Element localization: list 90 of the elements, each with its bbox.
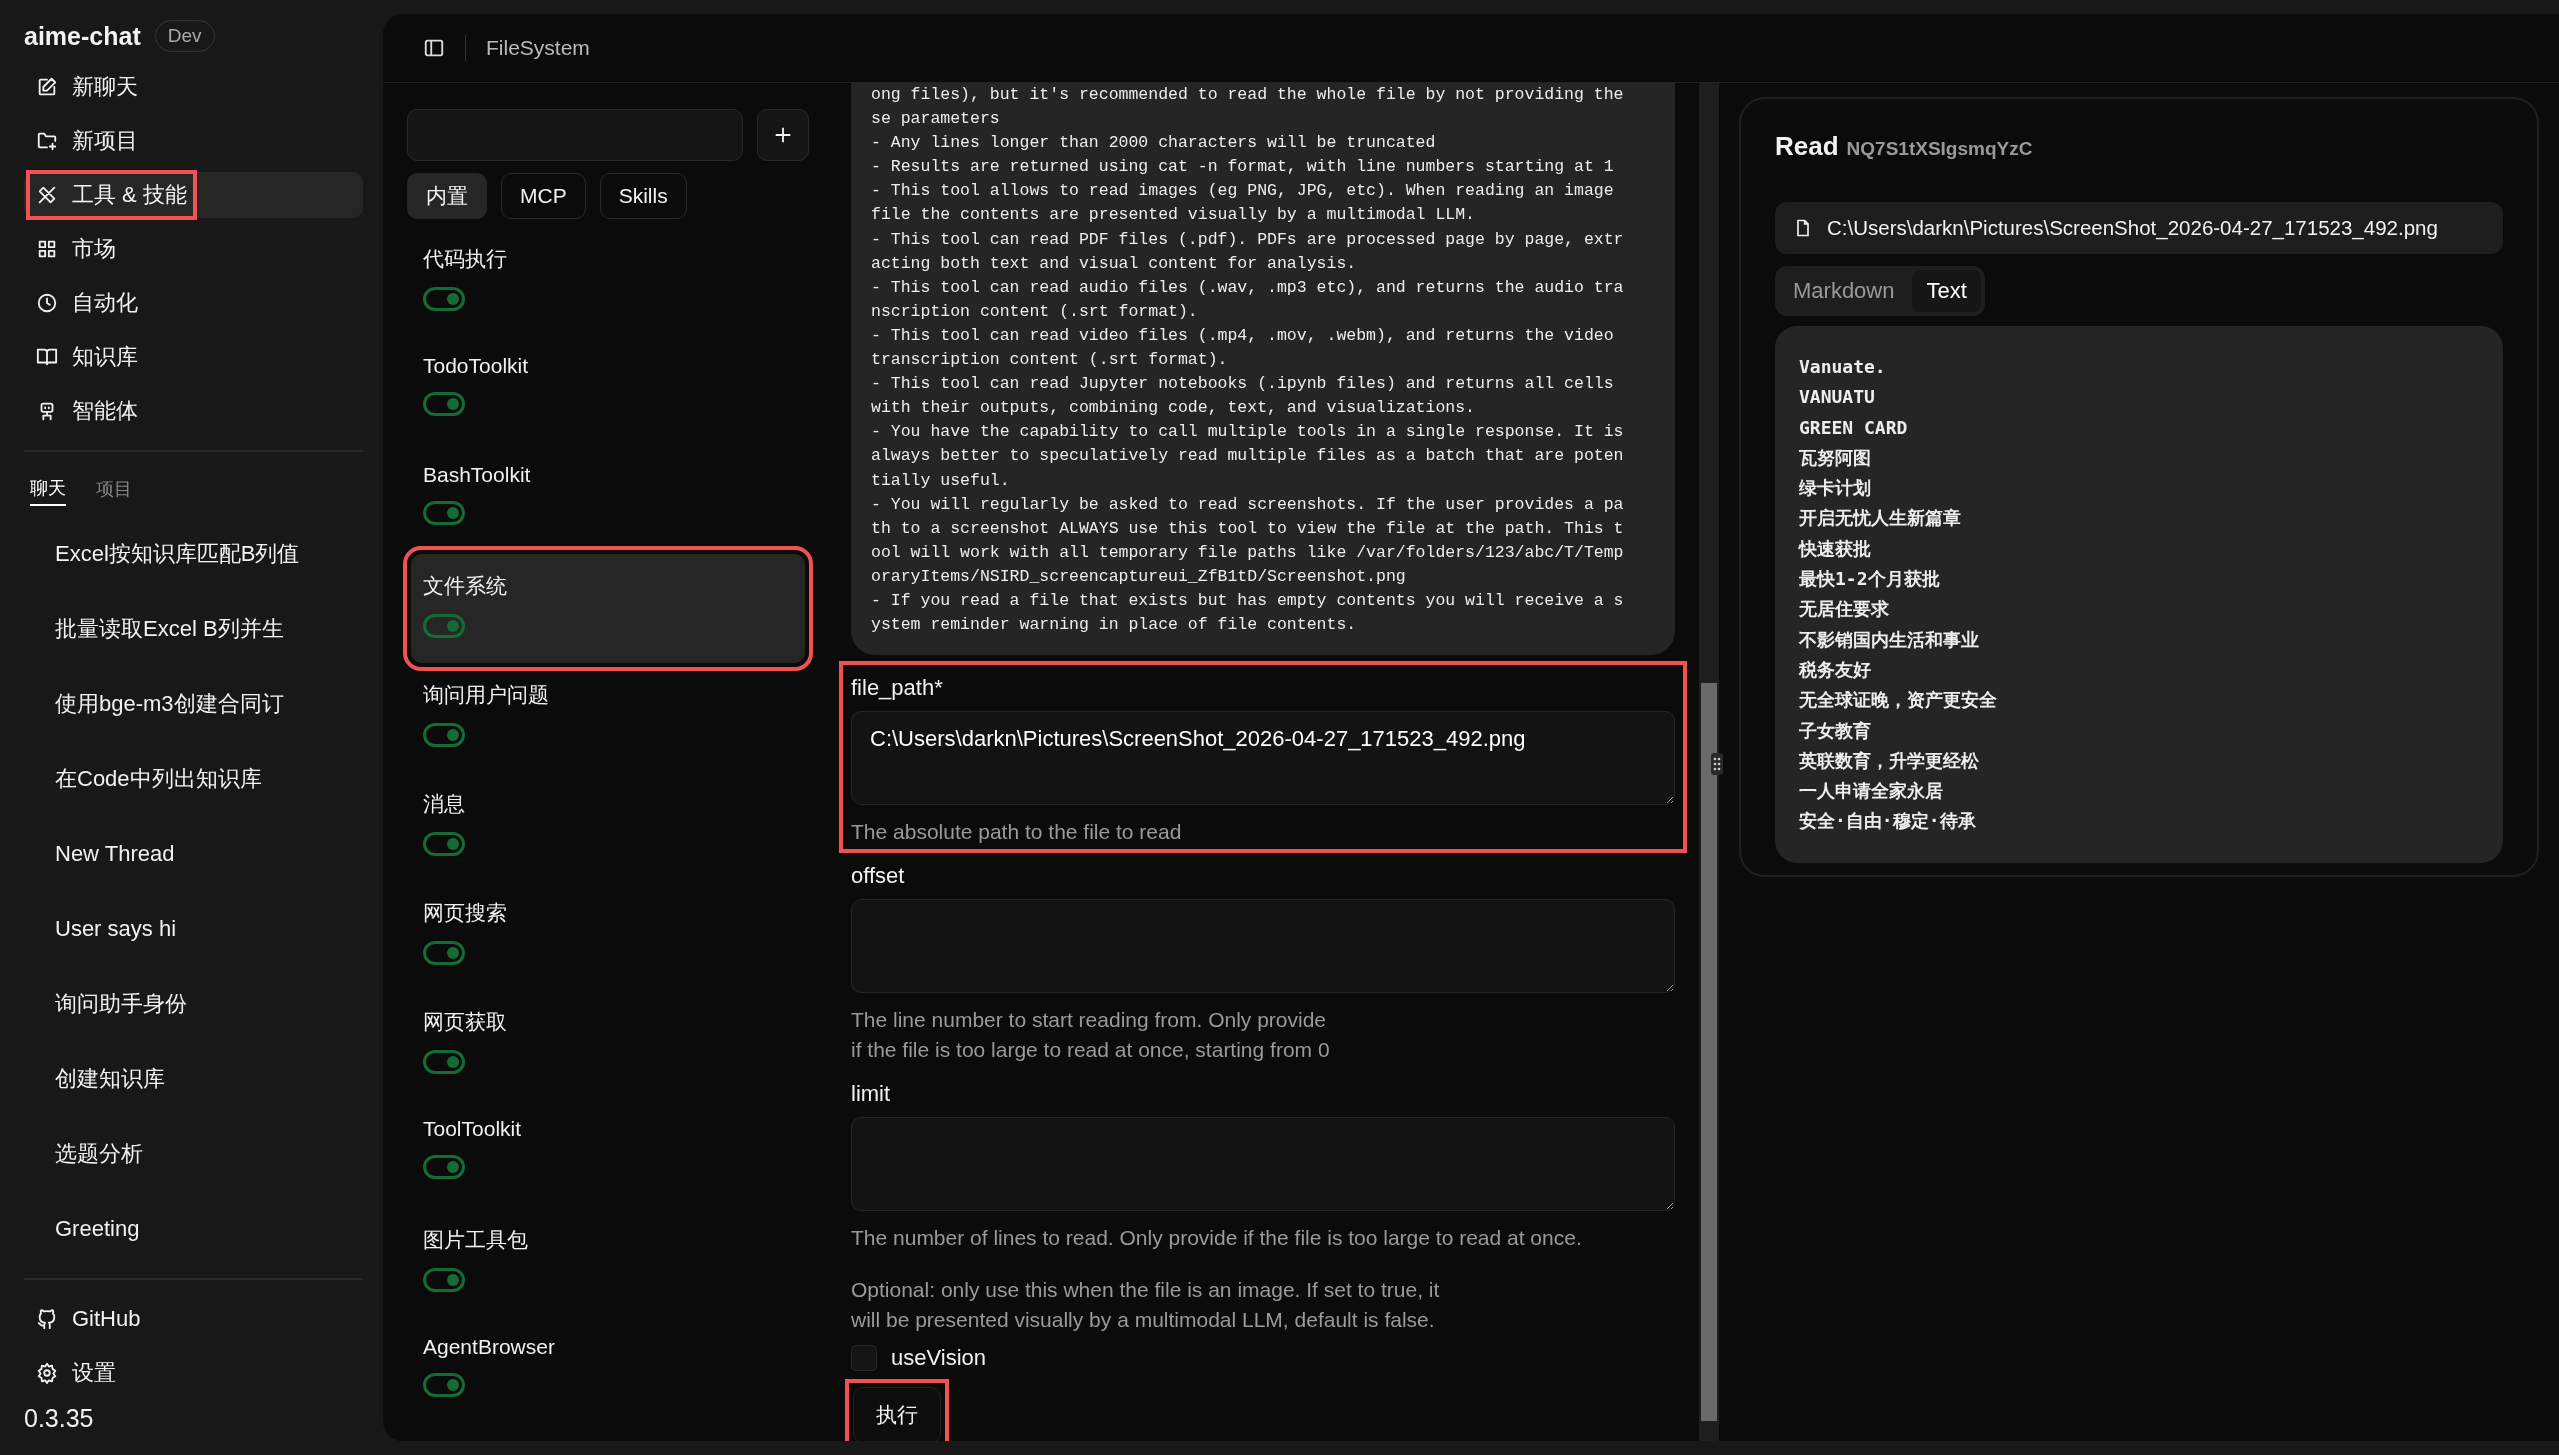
search-field[interactable] <box>407 109 743 161</box>
tool-item[interactable]: 代码执行 <box>411 227 805 336</box>
nav-item[interactable]: 智能体 <box>24 388 363 434</box>
tool-name: 消息 <box>423 791 466 817</box>
toggle-switch[interactable] <box>423 1050 465 1074</box>
view-tab[interactable]: Markdown <box>1779 270 1909 312</box>
tool-name: 图片工具包 <box>423 1227 529 1253</box>
resize-handle[interactable] <box>1711 753 1723 775</box>
run-button[interactable]: 执行 <box>853 1387 941 1441</box>
chat-item[interactable]: 在Code中列出知识库 <box>24 741 363 816</box>
nav-item[interactable]: 新聊天 <box>24 64 363 110</box>
toggle-switch[interactable] <box>423 941 465 965</box>
folder-plus-icon <box>36 130 58 152</box>
field-label: limit <box>851 1081 892 1108</box>
chat-item[interactable]: Excel按知识库匹配B列值 <box>24 516 363 591</box>
nav-item[interactable]: 知识库 <box>24 334 363 380</box>
tool-name: 网页获取 <box>423 1009 508 1035</box>
tool-item[interactable]: 消息 <box>411 772 805 881</box>
tool-item[interactable]: TodoToolkit <box>411 336 805 445</box>
chat-item[interactable]: 批量读取Excel B列并生 <box>24 591 363 666</box>
version-label: 0.3.35 <box>24 1404 95 1433</box>
toggle-switch[interactable] <box>423 287 465 311</box>
text-area[interactable]: C:\Users\darkn\Pictures\ScreenShot_2026-04-27_171523_492.png <box>851 711 1675 806</box>
history-tab[interactable]: 聊天 <box>30 476 66 506</box>
checkbox[interactable] <box>851 1345 877 1372</box>
tool-tab[interactable]: MCP <box>501 173 586 219</box>
tool-name: TodoToolkit <box>423 354 530 378</box>
history-tab[interactable]: 项目 <box>96 476 132 506</box>
github-icon <box>36 1308 58 1330</box>
tool-name: 询问用户问题 <box>423 682 550 708</box>
tool-description: ong files), but it's recommended to read the whole file by not providing the se parameters - Any lines longer than 2000 characters will be truncated - Results are returned using cat -n format, with line numbers starting at 1 - This tool allows to read images (eg PNG, JPG, etc). When reading an image file the contents are presented visually by a multimodal LLM. - This tool can read PDF files (.pdf). PDFs are processed page by page, extr acting both text and visual content for analysis. - This tool can read audio files (.wav, .mp3 etc), and returns the audio tra nscription content (.srt format). - This tool can read video files (.mp4, .mov, .webm), and returns the video transcription content (.srt format). - This tool can read Jupyter notebooks (.ipynb files) and returns all cells with their outputs, combining code, text, and visualizations. - You have the capability to call multiple tools in a single response. It is always better to speculatively read multiple files as a batch that are poten tially useful. - You will regularly be asked to read screenshots. If the user provides a pa th to a screenshot ALWAYS use this tool to view the file at the path. This t ool will work with all temporary file paths like /var/folders/123/abc/T/Temp oraryItems/NSIRD_screencaptureui_ZfB1tD/Screenshot.png - If you read a file that exists but has empty contents you will receive a s ystem reminder warning in place of file contents. <box>851 83 1675 656</box>
tool-item[interactable]: 网页搜索 <box>411 881 805 990</box>
app-name: aime-chat <box>24 21 141 51</box>
toggle-switch[interactable] <box>423 392 465 416</box>
tool-item[interactable]: ToolToolkit <box>411 1099 805 1208</box>
tool-tab[interactable]: 内置 <box>407 173 487 219</box>
tool-tab[interactable]: Skills <box>599 173 687 219</box>
edit-icon <box>36 76 58 98</box>
chat-item[interactable]: New Thread <box>24 816 363 891</box>
result-text: Vanuate. VANUATU GREEN CARD 瓦努阿图 绿卡计划 开启无忧人生新篇章 快速获批 最快1-2个月获批 无居住要求 不影销国内生活和事业 税务友好 无全球证晚，资产更安全 子女教育 英联数育，升学更经松 一人申请全家永居 安全·自由·穆定·待承 <box>1775 326 2503 863</box>
toggle-switch[interactable] <box>423 1268 465 1292</box>
book-icon <box>36 346 58 368</box>
tool-name: 代码执行 <box>423 246 508 272</box>
tools-icon <box>36 184 58 206</box>
chat-item[interactable]: 创建知识库 <box>24 1041 363 1116</box>
chat-item[interactable]: User says hi <box>24 891 363 966</box>
toggle-switch[interactable] <box>423 614 465 638</box>
sidebar-link[interactable]: 设置 <box>24 1350 363 1396</box>
tool-name: 文件系统 <box>423 573 508 599</box>
result-id: NQ7S1tXSIgsmqYzC <box>1846 138 2033 160</box>
file-path: C:\Users\darkn\Pictures\ScreenShot_2026-04-27_171523_492.png <box>1827 216 2438 240</box>
chat-item[interactable]: 询问助手身份 <box>24 966 363 1041</box>
add-button[interactable] <box>757 109 809 161</box>
checkbox-label: useVision <box>891 1345 986 1372</box>
settings-icon <box>36 1362 58 1384</box>
nav-item[interactable]: 市场 <box>24 226 363 272</box>
field-hint: The number of lines to read. Only provide if the file is too large to read at once. <box>851 1225 1583 1252</box>
tool-name: ToolToolkit <box>423 1117 523 1141</box>
chat-item[interactable]: 使用bge-m3创建合同订 <box>24 666 363 741</box>
tool-item[interactable]: 网页获取 <box>411 990 805 1099</box>
sidebar-link[interactable]: GitHub <box>24 1296 363 1342</box>
tool-name: 网页搜索 <box>423 900 508 926</box>
field-hint: Optional: only use this when the file is an image. If set to true, it will be presented visually by a multimodal LLM, default is false. <box>851 1277 1441 1334</box>
tool-name: BashToolkit <box>423 463 532 487</box>
field-label: offset <box>851 863 906 890</box>
tool-item[interactable]: 图片工具包 <box>411 1208 805 1317</box>
nav-item[interactable]: 新项目 <box>24 118 363 164</box>
nav-item[interactable]: 自动化 <box>24 280 363 326</box>
toggle-switch[interactable] <box>423 723 465 747</box>
result-title: Read <box>1775 131 1839 162</box>
tool-name: AgentBrowser <box>423 1335 556 1359</box>
toggle-switch[interactable] <box>423 832 465 856</box>
nav-item[interactable]: 工具 & 技能 <box>24 172 363 218</box>
field-label: file_path* <box>851 675 944 702</box>
sidebar-toggle-icon[interactable] <box>423 37 445 59</box>
toggle-switch[interactable] <box>423 501 465 525</box>
page-title: FileSystem <box>486 36 590 60</box>
scrollbar[interactable] <box>1699 83 1719 1441</box>
view-tab[interactable]: Text <box>1912 270 1981 312</box>
toggle-switch[interactable] <box>423 1373 465 1397</box>
chat-item[interactable]: Greeting <box>24 1191 363 1266</box>
clock-icon <box>36 292 58 314</box>
tool-item[interactable]: AgentBrowser <box>411 1317 805 1426</box>
field-hint: The absolute path to the file to read <box>851 819 1183 846</box>
grid-icon <box>36 238 58 260</box>
chat-item[interactable]: 选题分析 <box>24 1116 363 1191</box>
field-hint: The line number to start reading from. Only provide if the file is too large to read at once, starting from 0 <box>851 1007 1331 1064</box>
tool-item[interactable]: 询问用户问题 <box>411 663 805 772</box>
tool-item[interactable]: BashToolkit <box>411 445 805 554</box>
toggle-switch[interactable] <box>423 1155 465 1179</box>
